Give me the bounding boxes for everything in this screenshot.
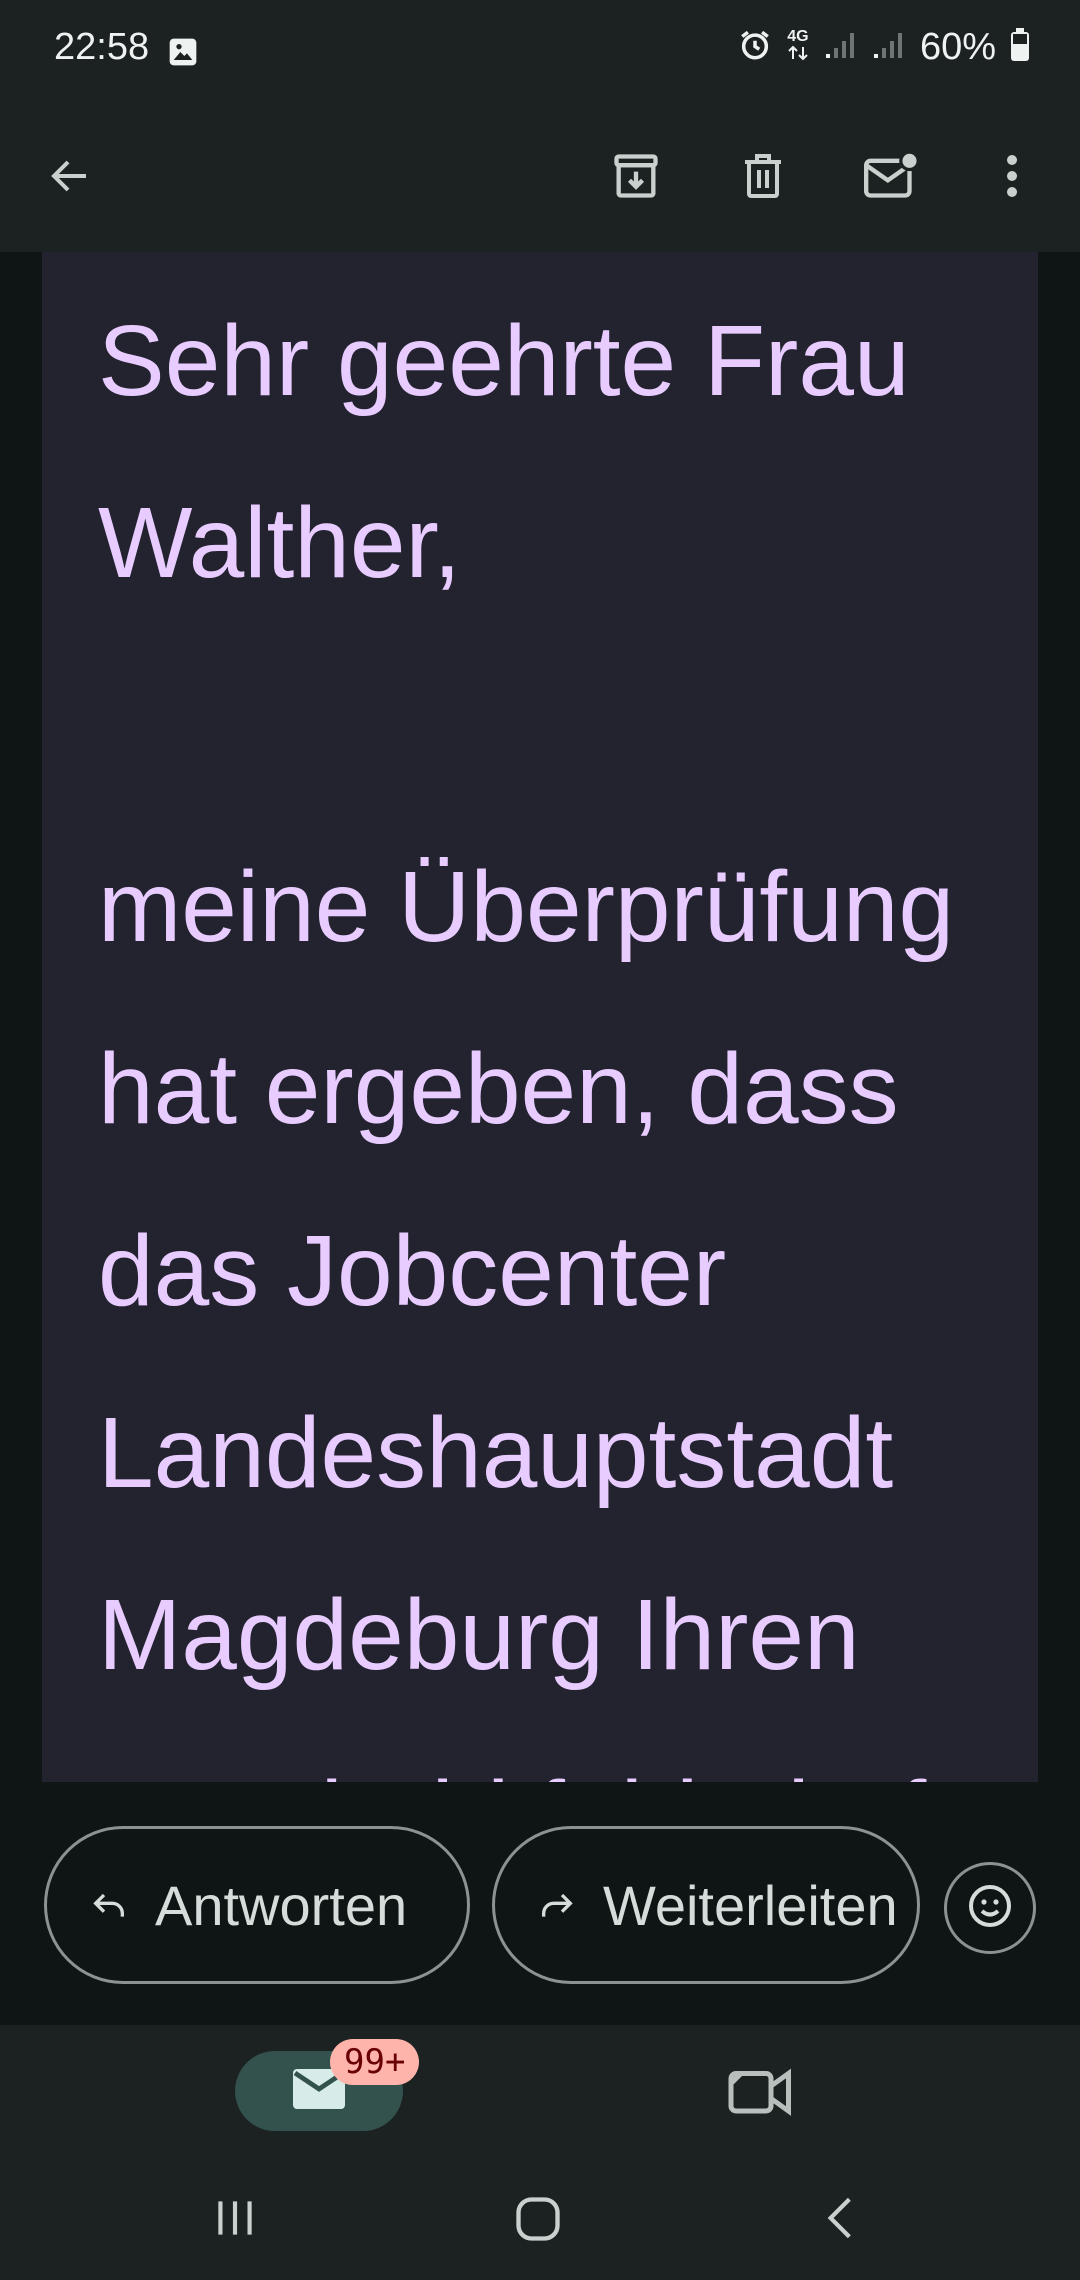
more-vert-icon[interactable] (976, 140, 1048, 212)
signal-icon (872, 30, 906, 65)
message-toolbar (0, 100, 1080, 252)
battery-icon (1010, 28, 1030, 67)
meet-video-icon (726, 2068, 796, 2123)
alarm-icon (738, 28, 772, 67)
network-label: 4G (787, 28, 809, 45)
reply-icon (89, 1885, 129, 1925)
bottom-navigation: 99+ (0, 2025, 1080, 2280)
battery-percent: 60% (919, 26, 996, 68)
forward-button[interactable]: Weiterleiten (492, 1826, 920, 1984)
status-time: 22:58 (54, 26, 150, 68)
back-arrow-icon[interactable] (34, 140, 106, 212)
network-icon: 4G (786, 29, 810, 66)
delete-icon[interactable] (727, 140, 799, 212)
status-bar: 22:58 4G 60% (0, 0, 1080, 100)
reply-action-bar: Antworten Weiterleiten (0, 1782, 1080, 2025)
archive-icon[interactable] (600, 140, 672, 212)
forward-icon (537, 1885, 577, 1925)
back-icon[interactable] (816, 2193, 866, 2248)
message-body-card[interactable]: Sehr geehrte Frau Walther, meine Überprü… (42, 252, 1038, 1782)
emoji-icon (966, 1882, 1014, 1935)
forward-label: Weiterleiten (603, 1873, 898, 1937)
mark-unread-icon[interactable] (854, 140, 926, 212)
meet-tab[interactable] (726, 2063, 796, 2124)
mail-count-badge: 99+ (330, 2039, 420, 2085)
image-icon (167, 36, 199, 73)
home-icon[interactable] (512, 2193, 564, 2250)
reply-label: Antworten (155, 1873, 408, 1937)
status-icons: 4G 60% (738, 26, 1030, 69)
recents-icon[interactable] (210, 2193, 260, 2248)
emoji-reaction-button[interactable] (944, 1862, 1036, 1954)
signal-icon (824, 30, 858, 65)
reply-button[interactable]: Antworten (44, 1826, 470, 1984)
message-body-text: Sehr geehrte Frau Walther, meine Überprü… (98, 305, 955, 1782)
